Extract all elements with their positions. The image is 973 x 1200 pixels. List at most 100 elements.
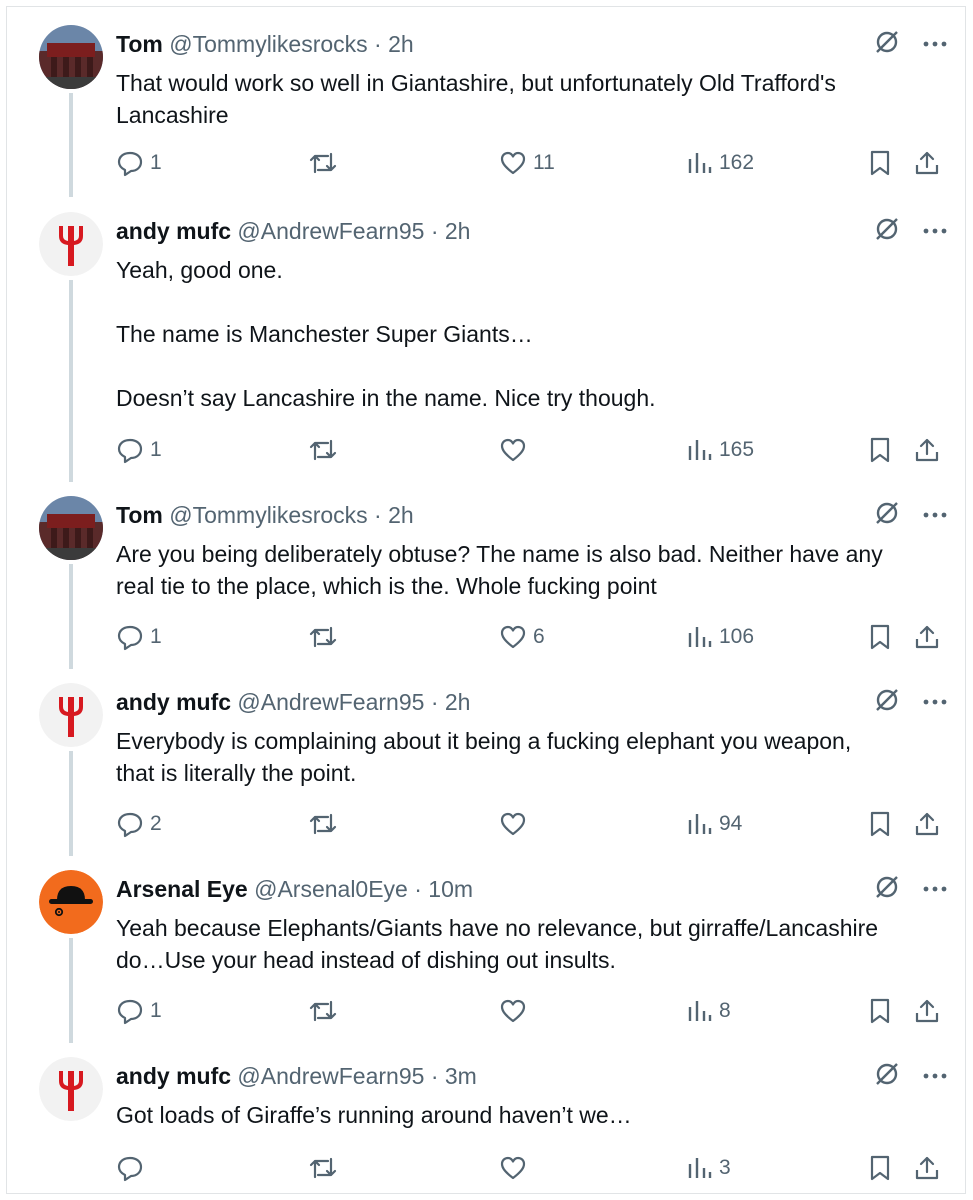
reply-button[interactable]: 1 [116,148,162,178]
handle[interactable]: @Tommylikesrocks [169,31,367,57]
display-name[interactable]: andy mufc [116,218,231,244]
views-button[interactable]: 106 [687,622,754,652]
views-button[interactable]: 94 [687,809,742,839]
bookmark-button[interactable] [867,809,893,839]
reply-button[interactable]: 1 [116,622,162,652]
like-button[interactable] [499,435,533,465]
retweet-icon [308,997,338,1025]
views-button[interactable]: 8 [687,996,731,1026]
timestamp[interactable]: · 3m [431,1063,477,1089]
bowler-hat-avatar[interactable] [39,870,103,934]
timestamp[interactable]: · 2h [431,218,471,244]
timestamp[interactable]: · 2h [374,502,414,528]
handle[interactable]: @Arsenal0Eye [254,876,408,902]
timestamp[interactable]: · 2h [431,689,471,715]
like-button[interactable] [499,809,533,839]
share-button[interactable] [913,435,941,465]
tweet[interactable]: andy mufc @AndrewFearn95 · 3m Got loads … [7,1039,965,1193]
views-icon [687,997,713,1025]
like-button[interactable] [499,1153,533,1183]
reply-count: 2 [150,812,162,835]
reply-count: 1 [150,151,162,174]
retweet-button[interactable] [308,148,344,178]
tweet-header: Tom @Tommylikesrocks · 2h [116,29,947,59]
retweet-icon [308,1154,338,1182]
bookmark-button[interactable] [867,435,893,465]
share-button[interactable] [913,996,941,1026]
reply-button[interactable]: 1 [116,435,162,465]
more-icon[interactable] [923,1067,947,1085]
thread-line [69,564,73,669]
retweet-button[interactable] [308,435,344,465]
reply-button[interactable] [116,1153,150,1183]
more-icon[interactable] [923,35,947,53]
bookmark-button[interactable] [867,1153,893,1183]
tweet[interactable]: andy mufc @AndrewFearn95 · 2h Yeah, good… [7,194,965,482]
retweet-icon [308,810,338,838]
bookmark-button[interactable] [867,996,893,1026]
reply-button[interactable]: 1 [116,996,162,1026]
views-icon [687,623,713,651]
grok-icon[interactable] [873,28,901,61]
tweet-header: Arsenal Eye @Arsenal0Eye · 10m [116,874,947,904]
bookmark-button[interactable] [867,622,893,652]
tweet[interactable]: Arsenal Eye @Arsenal0Eye · 10m Yeah beca… [7,852,965,1043]
grok-icon[interactable] [873,499,901,532]
reply-button[interactable]: 2 [116,809,162,839]
retweet-button[interactable] [308,1153,344,1183]
share-button[interactable] [913,809,941,839]
display-name[interactable]: Tom [116,31,163,57]
like-button[interactable] [499,996,533,1026]
heart-icon [499,1154,527,1182]
thread-line [69,280,73,482]
tweet[interactable]: Tom @Tommylikesrocks · 2h Are you being … [7,478,965,669]
handle[interactable]: @AndrewFearn95 [237,1063,424,1089]
share-icon [913,436,941,464]
more-icon[interactable] [923,222,947,240]
retweet-button[interactable] [308,809,344,839]
tweet[interactable]: Tom @Tommylikesrocks · 2h That would wor… [7,7,965,197]
display-name[interactable]: Arsenal Eye [116,876,248,902]
display-name[interactable]: andy mufc [116,689,231,715]
display-name[interactable]: Tom [116,502,163,528]
views-icon [687,436,713,464]
retweet-button[interactable] [308,996,344,1026]
tweet[interactable]: andy mufc @AndrewFearn95 · 2h Everybody … [7,665,965,856]
share-button[interactable] [913,148,941,178]
views-button[interactable]: 162 [687,148,754,178]
bookmark-icon [867,810,893,838]
like-button[interactable]: 6 [499,622,545,652]
handle[interactable]: @AndrewFearn95 [237,218,424,244]
tweet-text: Are you being deliberately obtuse? The n… [116,541,883,599]
share-button[interactable] [913,622,941,652]
stadium-avatar[interactable] [39,496,103,560]
grok-icon[interactable] [873,686,901,719]
thread-line [69,751,73,856]
display-name[interactable]: andy mufc [116,1063,231,1089]
more-icon[interactable] [923,880,947,898]
more-icon[interactable] [923,506,947,524]
views-button[interactable]: 3 [687,1153,731,1183]
trident-avatar[interactable] [39,683,103,747]
more-icon[interactable] [923,693,947,711]
like-button[interactable]: 11 [499,148,555,178]
bookmark-button[interactable] [867,148,893,178]
tweet-text: Yeah, good one. The name is Manchester S… [116,257,656,411]
handle[interactable]: @AndrewFearn95 [237,689,424,715]
retweet-button[interactable] [308,622,344,652]
stadium-avatar[interactable] [39,25,103,89]
trident-avatar[interactable] [39,1057,103,1121]
timestamp[interactable]: · 10m [414,876,473,902]
handle[interactable]: @Tommylikesrocks [169,502,367,528]
grok-icon[interactable] [873,873,901,906]
timestamp[interactable]: · 2h [374,31,414,57]
retweet-icon [308,436,338,464]
grok-icon[interactable] [873,1060,901,1093]
trident-avatar[interactable] [39,212,103,276]
share-button[interactable] [913,1153,941,1183]
grok-icon[interactable] [873,215,901,248]
views-button[interactable]: 165 [687,435,754,465]
share-icon [913,149,941,177]
tweet-text: Everybody is complaining about it being … [116,728,852,786]
tweet-header: andy mufc @AndrewFearn95 · 2h [116,216,947,246]
